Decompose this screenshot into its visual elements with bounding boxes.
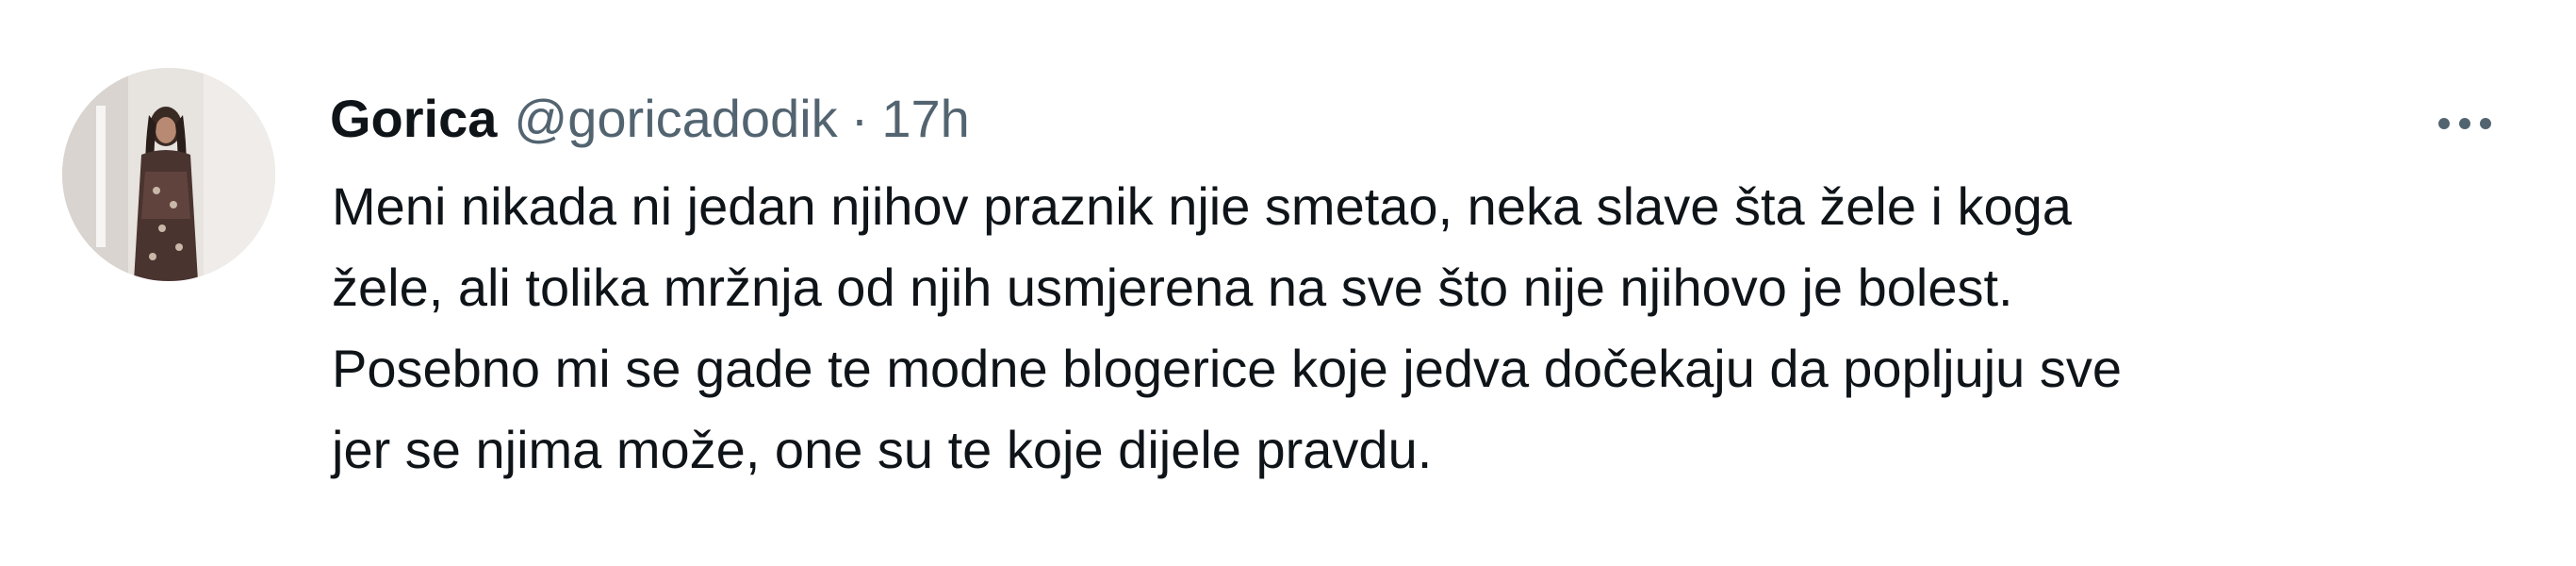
tweet-text-line: Posebno mi se gade te modne blogerice ko…	[332, 339, 2123, 398]
more-horizontal-icon	[2438, 118, 2491, 129]
tweet-text-line: Meni nikada ni jedan njihov praznik njie…	[332, 176, 2072, 236]
timestamp[interactable]: 17h	[881, 81, 969, 157]
user-handle[interactable]: @goricadodik	[514, 81, 837, 157]
tweet-text: Meni nikada ni jedan njihov praznik njie…	[332, 166, 2537, 491]
tweet-header: Gorica @goricadodik · 17h	[330, 81, 970, 157]
tweet-text-line: žele, ali tolika mržnja od njih usmjeren…	[332, 258, 2013, 317]
more-options-button[interactable]	[2422, 100, 2507, 147]
avatar[interactable]	[62, 68, 275, 281]
separator-dot: ·	[850, 89, 869, 148]
profile-photo	[62, 68, 275, 281]
tweet-card: Gorica @goricadodik · 17h Meni nikada ni…	[0, 0, 2576, 566]
tweet-text-line: jer se njima može, one su te koje dijele…	[332, 420, 1433, 479]
display-name[interactable]: Gorica	[330, 81, 497, 157]
